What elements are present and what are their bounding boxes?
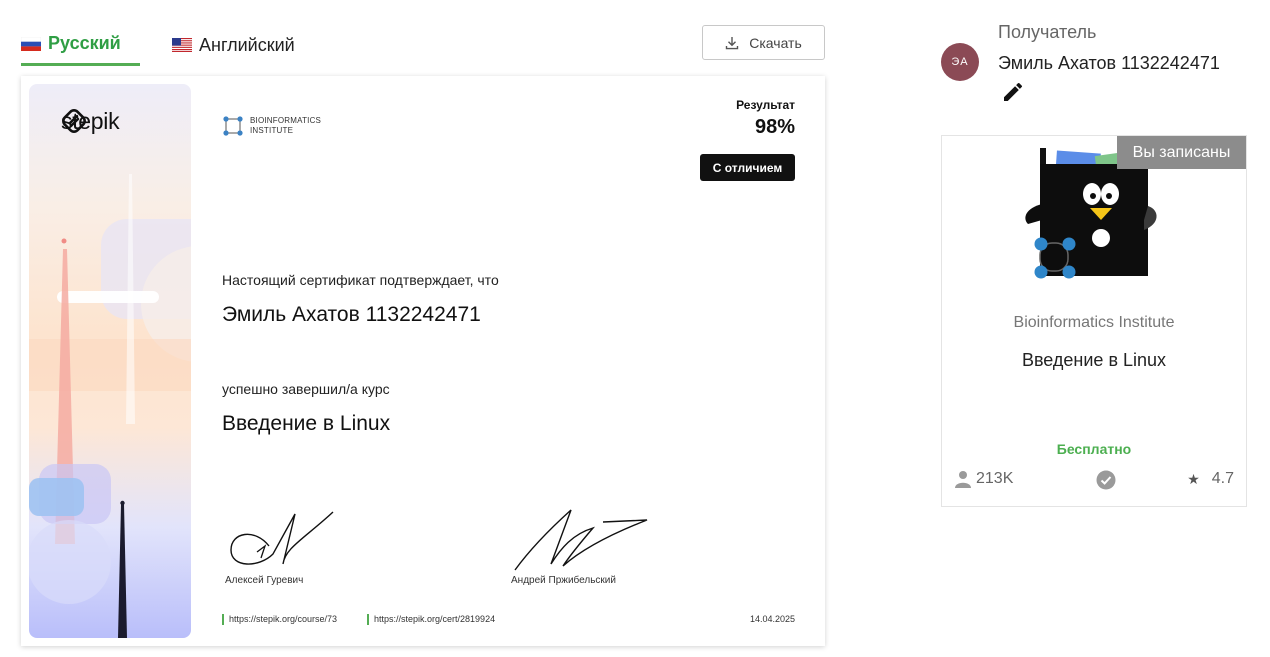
result-value: 98% — [754, 116, 795, 138]
edit-name-button[interactable] — [1001, 80, 1025, 104]
download-button-label: Скачать — [749, 34, 802, 51]
tab-english[interactable]: Английский — [172, 24, 295, 66]
flag-ru-icon — [21, 36, 41, 51]
issuer-line-1: BIOINFORMATICS — [250, 116, 322, 125]
tab-russian[interactable]: Русский — [21, 24, 140, 66]
star-icon: ★ — [1187, 470, 1200, 487]
completed-text: успешно завершил/а курс — [222, 381, 390, 397]
stepik-logo-icon — [62, 109, 86, 133]
course-url: https://stepik.org/course/73 — [222, 614, 337, 625]
certificate-course-title: Введение в Linux — [222, 412, 391, 435]
bioinformatics-logo: BIOINFORMATICS INSTITUTE — [223, 116, 340, 136]
check-circle-icon — [1096, 470, 1116, 490]
avatar[interactable]: ЭА — [941, 43, 979, 81]
person-icon — [955, 471, 971, 488]
signer-1-name: Алексей Гуревич — [225, 575, 304, 586]
certificate: stepik BIOINFORMATICS INSTITUTE Результа… — [21, 76, 825, 646]
download-button[interactable]: Скачать — [702, 25, 825, 60]
certificate-url: https://stepik.org/cert/2819924 — [367, 614, 495, 625]
issuer-name: BIOINFORMATICS INSTITUTE — [250, 116, 340, 136]
result-block: Результат 98% — [736, 98, 795, 139]
course-card-price: Бесплатно — [1056, 441, 1132, 457]
tab-english-label: Английский — [199, 34, 295, 55]
certificate-decor-panel: stepik — [29, 84, 191, 638]
course-rating-value: 4.7 — [1211, 470, 1234, 487]
recipient-label: Получатель — [998, 22, 1097, 42]
signature-1 — [230, 511, 334, 565]
certificate-date: 14.04.2025 — [749, 614, 795, 624]
signer-2-name: Андрей Пржибельский — [511, 575, 616, 586]
course-card-org[interactable]: Bioinformatics Institute — [942, 314, 1246, 332]
recipient-name[interactable]: Эмиль Ахатов 1132242471 — [998, 53, 1220, 74]
course-card-stats: 213K ★ 4.7 — [954, 470, 1234, 492]
confirm-text: Настоящий сертификат подтверждает, что — [222, 272, 499, 288]
result-label: Результат — [736, 98, 795, 112]
honors-badge: С отличием — [700, 154, 795, 181]
enrolled-badge: Вы записаны — [1117, 136, 1246, 169]
learners-count-value: 213K — [976, 470, 1014, 487]
bioinformatics-logo-icon — [223, 116, 243, 136]
course-rating: ★ 4.7 — [1187, 470, 1234, 488]
issuer-line-2: INSTITUTE — [250, 126, 294, 135]
flag-us-icon — [172, 38, 192, 52]
signature-2 — [514, 509, 648, 571]
decor-shapes — [29, 174, 191, 638]
language-tabs: Русский Английский Скачать — [21, 24, 825, 68]
course-card[interactable]: Вы записаны Bioinformatics Institute Вве… — [941, 135, 1247, 507]
certificate-recipient-name: Эмиль Ахатов 1132242471 — [222, 303, 481, 326]
stepik-logo: stepik — [61, 108, 120, 135]
pencil-icon — [1004, 82, 1023, 101]
learners-count: 213K — [954, 470, 1013, 488]
course-card-title[interactable]: Введение в Linux — [942, 350, 1246, 371]
tab-russian-label: Русский — [48, 33, 121, 53]
download-icon — [726, 36, 739, 49]
